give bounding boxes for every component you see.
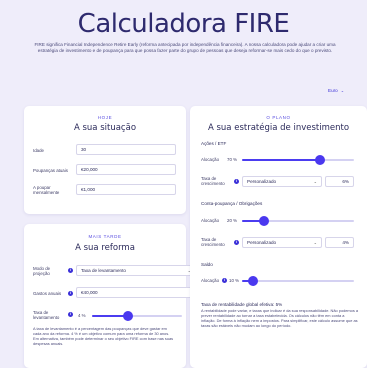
bonds-growth-select[interactable]: Personalizado ⌄ [242, 237, 322, 248]
page-description: FIRE significa Financial Independence Re… [34, 42, 336, 54]
plan-eyebrow: O PLANO [266, 115, 291, 120]
stocks-heading: Ações / ETF [201, 141, 227, 146]
withdrawal-rate-note: A taxa de levantamento é a percentagem d… [33, 326, 174, 346]
projection-mode-select[interactable]: Taxa de levantamento ⌄ [76, 265, 196, 276]
stocks-allocation-value: 70 % [227, 157, 238, 162]
slider-thumb[interactable] [248, 275, 259, 286]
annual-expenses-input[interactable]: €40,000 [76, 287, 196, 298]
situation-eyebrow: HOJE [97, 115, 113, 120]
reform-card: MAIS TARDE A sua reforma Modo de projeçã… [24, 224, 196, 368]
slider-thumb[interactable] [259, 215, 270, 226]
stocks-growth-input[interactable]: 6% [325, 176, 354, 187]
annual-expenses-label: Gastos anuais [33, 291, 62, 296]
slider-thumb[interactable] [315, 154, 326, 165]
situation-title: A sua situação [73, 123, 137, 133]
projection-mode-label: Modo de projeção [33, 266, 51, 277]
bonds-growth-input[interactable]: 4% [325, 237, 354, 248]
info-icon[interactable]: i [222, 278, 227, 283]
effective-return-label: Taxa de rentabilidade global efetiva: 5% [201, 302, 283, 307]
bonds-growth-select-value: Personalizado [247, 240, 277, 245]
plan-title: A sua estratégia de investimento [207, 123, 350, 133]
withdrawal-rate-slider[interactable] [92, 310, 182, 321]
info-icon[interactable]: i [68, 312, 73, 317]
age-label: Idade [33, 148, 44, 153]
stocks-allocation-slider[interactable] [242, 154, 354, 165]
info-icon[interactable]: i [234, 179, 239, 184]
situation-card: HOJE A sua situação Idade 30 Poupanças a… [24, 106, 186, 214]
page-title: Calculadora FIRE [77, 9, 290, 39]
bonds-allocation-slider[interactable] [242, 215, 354, 226]
reform-eyebrow: MAIS TARDE [88, 234, 122, 239]
info-icon[interactable]: i [68, 268, 73, 273]
stocks-growth-select[interactable]: Personalizado ⌄ [242, 176, 322, 187]
chevron-down-icon: ⌄ [313, 179, 317, 184]
cash-heading: Saldo [201, 262, 213, 267]
currency-dropdown[interactable]: Euro ⌄ [328, 88, 344, 93]
cash-allocation-value: 10 % [229, 278, 240, 283]
info-icon[interactable]: i [68, 291, 73, 296]
bonds-allocation-label: Alocação [201, 218, 220, 223]
cash-allocation-slider[interactable] [242, 275, 354, 286]
bonds-heading: Conta-poupança / Obrigações [201, 201, 263, 206]
bonds-growth-label: Taxa de crescimento [201, 237, 225, 248]
withdrawal-rate-label: Taxa de levantamento [33, 310, 60, 321]
withdrawal-rate-value: 4 % [78, 313, 86, 318]
slider-fill [242, 159, 321, 161]
bonds-allocation-value: 20 % [227, 218, 238, 223]
plan-card: O PLANO A sua estratégia de investimento… [190, 106, 367, 368]
slider-thumb[interactable] [123, 310, 133, 321]
chevron-down-icon: ⌄ [340, 88, 345, 93]
monthly-savings-label: A poupar mensalmente [33, 185, 60, 196]
age-input[interactable]: 30 [76, 144, 176, 155]
stocks-growth-label: Taxa de crescimento [201, 176, 225, 187]
projection-mode-value: Taxa de levantamento [81, 268, 126, 273]
cash-allocation-label: Alocação [201, 278, 220, 283]
chevron-down-icon: ⌄ [313, 240, 317, 245]
stocks-allocation-label: Alocação [201, 157, 220, 162]
savings-input[interactable]: €20,000 [76, 164, 176, 175]
reform-title: A sua reforma [75, 243, 135, 253]
effective-return-note: A rentabilidade pode variar, e taxas que… [201, 308, 359, 328]
info-icon[interactable]: i [234, 240, 239, 245]
currency-label: Euro [328, 88, 338, 93]
stocks-growth-select-value: Personalizado [247, 179, 277, 184]
monthly-savings-input[interactable]: €1,000 [76, 184, 176, 195]
savings-label: Poupanças atuais [33, 168, 68, 173]
